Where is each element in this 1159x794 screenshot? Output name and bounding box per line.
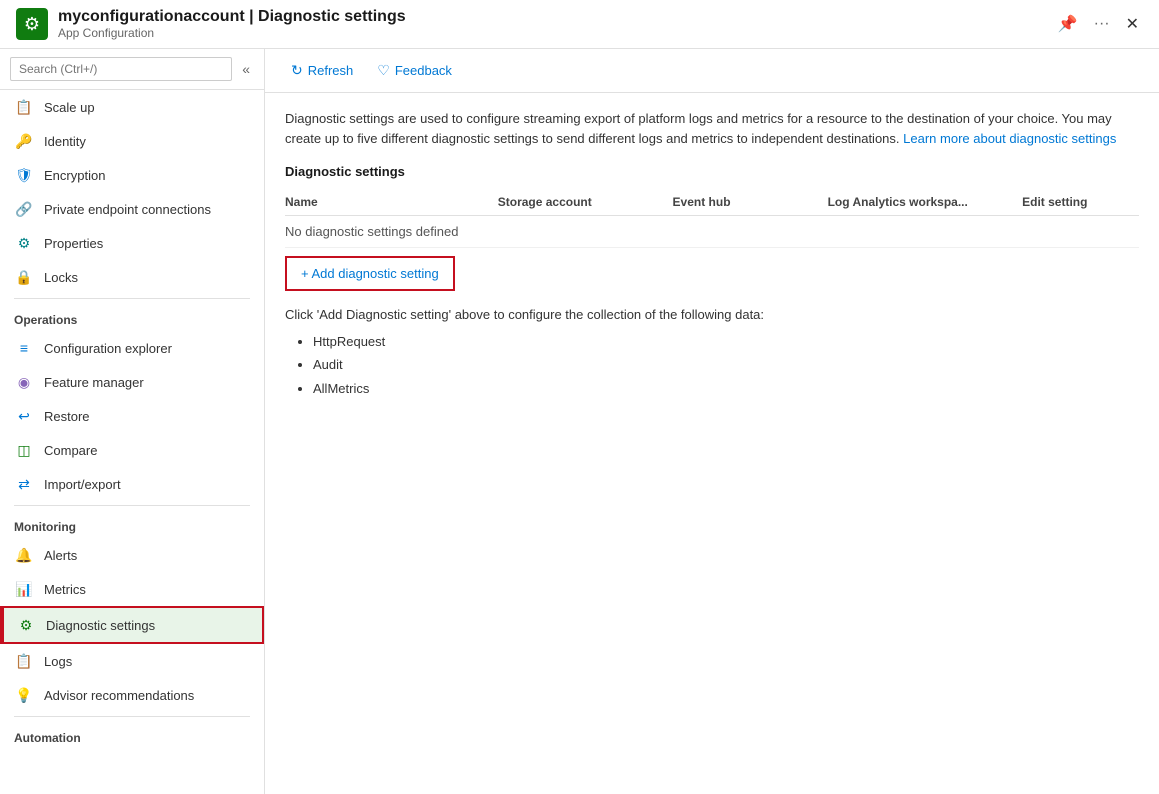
divider-automation: [14, 716, 250, 717]
add-button-label: + Add diagnostic setting: [301, 266, 439, 281]
section-title: Diagnostic settings: [285, 164, 1139, 179]
divider-monitoring: [14, 505, 250, 506]
sidebar-item-encryption[interactable]: 🛡 Encryption: [0, 158, 264, 192]
header-actions: 📌 ··· ✕: [1054, 10, 1143, 38]
refresh-button[interactable]: ↻ Refresh: [281, 57, 363, 84]
sidebar-item-scale-up[interactable]: 📋 Scale up: [0, 90, 264, 124]
sidebar: « 📋 Scale up 🔑 Identity 🛡 Encryption 🔗 P…: [0, 49, 265, 794]
feedback-icon: ♡: [377, 62, 390, 79]
sidebar-item-label: Alerts: [44, 548, 77, 563]
sidebar-item-compare[interactable]: ◫ Compare: [0, 433, 264, 467]
sidebar-item-label: Import/export: [44, 477, 121, 492]
app-header: ⚙ myconfigurationaccount | Diagnostic se…: [0, 0, 1159, 49]
col-header-storage: Storage account: [498, 189, 673, 216]
sidebar-item-label: Identity: [44, 134, 86, 149]
feedback-label: Feedback: [395, 63, 452, 78]
sidebar-item-label: Metrics: [44, 582, 86, 597]
advisor-icon: 💡: [14, 685, 34, 705]
data-items-list: HttpRequest Audit AllMetrics: [285, 330, 1139, 400]
sidebar-item-label: Feature manager: [44, 375, 144, 390]
toolbar: ↻ Refresh ♡ Feedback: [265, 49, 1159, 93]
sidebar-item-import-export[interactable]: ⇄ Import/export: [0, 467, 264, 501]
sidebar-item-label: Compare: [44, 443, 97, 458]
sidebar-item-config-explorer[interactable]: ≡ Configuration explorer: [0, 331, 264, 365]
metrics-icon: 📊: [14, 579, 34, 599]
table-row-empty: No diagnostic settings defined: [285, 216, 1139, 248]
scale-up-icon: 📋: [14, 97, 34, 117]
content-area: ↻ Refresh ♡ Feedback Diagnostic settings…: [265, 49, 1159, 794]
config-explorer-icon: ≡: [14, 338, 34, 358]
sidebar-item-label: Scale up: [44, 100, 95, 115]
sidebar-item-label: Private endpoint connections: [44, 202, 211, 217]
col-header-edit: Edit setting: [1022, 189, 1139, 216]
sidebar-content: 📋 Scale up 🔑 Identity 🛡 Encryption 🔗 Pri…: [0, 90, 264, 794]
sidebar-item-label: Encryption: [44, 168, 105, 183]
diagnostic-settings-table: Name Storage account Event hub Log Analy…: [285, 189, 1139, 248]
sidebar-item-logs[interactable]: 📋 Logs: [0, 644, 264, 678]
divider-operations: [14, 298, 250, 299]
no-settings-text: No diagnostic settings defined: [285, 216, 1139, 248]
list-item: HttpRequest: [313, 330, 1139, 353]
sidebar-item-label: Diagnostic settings: [46, 618, 155, 633]
feedback-button[interactable]: ♡ Feedback: [367, 57, 462, 84]
feature-manager-icon: ◉: [14, 372, 34, 392]
private-endpoint-icon: 🔗: [14, 199, 34, 219]
sidebar-item-identity[interactable]: 🔑 Identity: [0, 124, 264, 158]
close-button[interactable]: ✕: [1122, 10, 1143, 38]
compare-icon: ◫: [14, 440, 34, 460]
data-collection-label: Click 'Add Diagnostic setting' above to …: [285, 307, 1139, 322]
refresh-label: Refresh: [308, 63, 354, 78]
list-item: AllMetrics: [313, 377, 1139, 400]
alerts-icon: 🔔: [14, 545, 34, 565]
search-input[interactable]: [10, 57, 232, 81]
sidebar-item-label: Locks: [44, 270, 78, 285]
logs-icon: 📋: [14, 651, 34, 671]
header-title-group: myconfigurationaccount | Diagnostic sett…: [58, 8, 406, 40]
sidebar-item-feature-manager[interactable]: ◉ Feature manager: [0, 365, 264, 399]
operations-section-label: Operations: [0, 303, 264, 331]
refresh-icon: ↻: [291, 62, 303, 79]
sidebar-item-label: Configuration explorer: [44, 341, 172, 356]
properties-icon: ⚙: [14, 233, 34, 253]
page-title: myconfigurationaccount | Diagnostic sett…: [58, 8, 406, 26]
col-header-analytics: Log Analytics workspa...: [828, 189, 1023, 216]
col-header-eventhub: Event hub: [673, 189, 828, 216]
description-text: Diagnostic settings are used to configur…: [285, 109, 1139, 148]
sidebar-item-label: Logs: [44, 654, 72, 669]
app-icon: ⚙: [16, 8, 48, 40]
monitoring-section-label: Monitoring: [0, 510, 264, 538]
main-layout: « 📋 Scale up 🔑 Identity 🛡 Encryption 🔗 P…: [0, 49, 1159, 794]
encryption-icon: 🛡: [14, 165, 34, 185]
sidebar-item-locks[interactable]: 🔒 Locks: [0, 260, 264, 294]
collapse-button[interactable]: «: [238, 57, 254, 81]
sidebar-item-label: Advisor recommendations: [44, 688, 194, 703]
col-header-name: Name: [285, 189, 498, 216]
pin-button[interactable]: 📌: [1054, 10, 1082, 38]
sidebar-item-diagnostic-settings[interactable]: ⚙ Diagnostic settings: [0, 606, 264, 644]
sidebar-item-advisor-recommendations[interactable]: 💡 Advisor recommendations: [0, 678, 264, 712]
sidebar-item-restore[interactable]: ↩ Restore: [0, 399, 264, 433]
identity-icon: 🔑: [14, 131, 34, 151]
locks-icon: 🔒: [14, 267, 34, 287]
add-diagnostic-setting-button[interactable]: + Add diagnostic setting: [289, 260, 451, 287]
sidebar-item-properties[interactable]: ⚙ Properties: [0, 226, 264, 260]
add-setting-button-wrapper: + Add diagnostic setting: [285, 256, 455, 291]
learn-more-link[interactable]: Learn more about diagnostic settings: [903, 131, 1116, 146]
sidebar-item-private-endpoint[interactable]: 🔗 Private endpoint connections: [0, 192, 264, 226]
more-button[interactable]: ···: [1090, 11, 1114, 37]
sidebar-item-metrics[interactable]: 📊 Metrics: [0, 572, 264, 606]
restore-icon: ↩: [14, 406, 34, 426]
content-body: Diagnostic settings are used to configur…: [265, 93, 1159, 794]
list-item: Audit: [313, 353, 1139, 376]
sidebar-search-area: «: [0, 49, 264, 90]
page-subtitle: App Configuration: [58, 26, 406, 40]
diagnostic-settings-icon: ⚙: [16, 615, 36, 635]
sidebar-item-alerts[interactable]: 🔔 Alerts: [0, 538, 264, 572]
sidebar-item-label: Restore: [44, 409, 90, 424]
sidebar-item-label: Properties: [44, 236, 103, 251]
import-export-icon: ⇄: [14, 474, 34, 494]
automation-section-label: Automation: [0, 721, 264, 749]
